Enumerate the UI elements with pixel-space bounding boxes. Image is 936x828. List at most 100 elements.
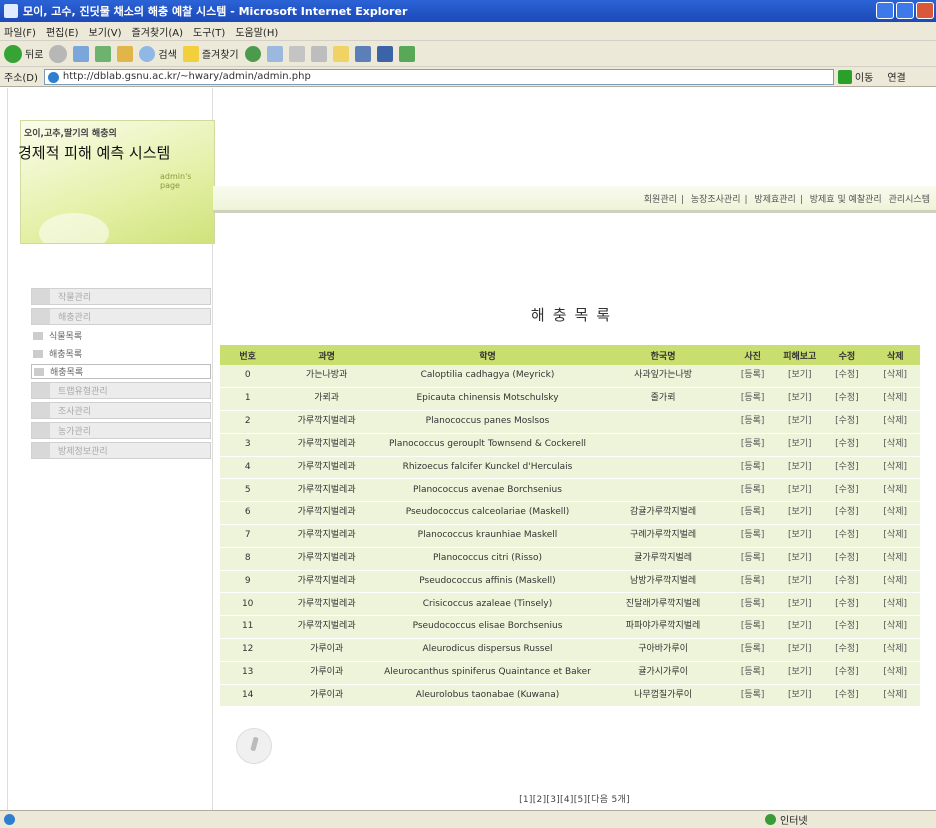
photo-register-link[interactable]: [등록] (729, 547, 777, 571)
damage-view-link[interactable]: [보기] (776, 387, 824, 412)
delete-link[interactable]: [삭제] (870, 661, 920, 685)
sidebar-item-trap-type[interactable]: 트랩유형관리 (31, 382, 211, 399)
forward-button[interactable] (49, 44, 68, 63)
menu-view[interactable]: 보기(V) (89, 24, 122, 39)
delete-link[interactable]: [삭제] (870, 456, 920, 480)
photo-register-link[interactable]: [등록] (729, 615, 777, 640)
print-icon[interactable] (310, 45, 327, 62)
edit-link[interactable]: [수정] (823, 456, 871, 480)
photo-register-link[interactable]: [등록] (729, 592, 777, 617)
minimize-button[interactable] (876, 2, 894, 19)
sidebar-item-farm[interactable]: 농가관리 (31, 422, 211, 439)
menu-edit[interactable]: 편집(E) (46, 24, 79, 39)
mail-icon[interactable] (288, 45, 305, 62)
delete-link[interactable]: [삭제] (870, 638, 920, 662)
delete-link[interactable]: [삭제] (870, 410, 920, 434)
maximize-button[interactable] (896, 2, 914, 19)
damage-view-link[interactable]: [보기] (776, 638, 824, 662)
damage-view-link[interactable]: [보기] (776, 478, 824, 503)
damage-view-link[interactable]: [보기] (776, 615, 824, 640)
edit-link[interactable]: [수정] (823, 478, 871, 503)
delete-link[interactable]: [삭제] (870, 433, 920, 457)
menu-favorites[interactable]: 즐겨찾기(A) (132, 24, 183, 39)
photo-register-link[interactable]: [등록] (729, 387, 777, 412)
damage-view-link[interactable]: [보기] (776, 456, 824, 480)
research-icon[interactable] (398, 45, 415, 62)
topnav-farm-survey[interactable]: 농장조사관리 (689, 195, 743, 205)
photo-register-link[interactable]: [등록] (729, 478, 777, 503)
address-input[interactable]: http://dblab.gsnu.ac.kr/~hwary/admin/adm… (43, 68, 834, 85)
discuss-icon[interactable] (354, 45, 371, 62)
delete-link[interactable]: [삭제] (870, 570, 920, 594)
menu-file[interactable]: 파일(F) (4, 24, 36, 39)
delete-link[interactable]: [삭제] (870, 615, 920, 640)
menu-tools[interactable]: 도구(T) (193, 24, 225, 39)
edit-link[interactable]: [수정] (823, 570, 871, 594)
home-icon[interactable] (117, 45, 134, 62)
edit-link[interactable]: [수정] (823, 410, 871, 434)
links-button[interactable]: 연결 (887, 69, 905, 84)
damage-view-link[interactable]: [보기] (776, 547, 824, 571)
photo-register-link[interactable]: [등록] (729, 638, 777, 662)
edit-link[interactable]: [수정] (823, 365, 871, 389)
sidebar-subitem-pest-list-active[interactable]: 해충목록 (31, 364, 211, 379)
edit-link[interactable]: [수정] (823, 615, 871, 640)
sidebar-item-pest-manage[interactable]: 해충관리 (31, 308, 211, 325)
edit-link[interactable]: [수정] (823, 433, 871, 457)
edit-link[interactable]: [수정] (823, 501, 871, 526)
damage-view-link[interactable]: [보기] (776, 433, 824, 457)
sidebar-item-crop-manage[interactable]: 작물관리 (31, 288, 211, 305)
topnav-control-forecast[interactable]: 방제효 및 예찰관리 (808, 195, 884, 205)
delete-link[interactable]: [삭제] (870, 387, 920, 412)
edit-link[interactable]: [수정] (823, 684, 871, 708)
damage-view-link[interactable]: [보기] (776, 410, 824, 434)
stop-icon[interactable] (73, 45, 90, 62)
delete-link[interactable]: [삭제] (870, 501, 920, 526)
search-button[interactable]: 검색 (139, 45, 177, 62)
sidebar-subitem-plant-list[interactable]: 식물목록 (31, 328, 211, 343)
history-icon[interactable] (266, 45, 283, 62)
delete-link[interactable]: [삭제] (870, 684, 920, 708)
delete-link[interactable]: [삭제] (870, 524, 920, 548)
sidebar-subitem-pest-list[interactable]: 해충목록 (31, 346, 211, 361)
delete-link[interactable]: [삭제] (870, 478, 920, 503)
delete-link[interactable]: [삭제] (870, 547, 920, 571)
folder-icon[interactable] (332, 45, 349, 62)
damage-view-link[interactable]: [보기] (776, 501, 824, 526)
edit-link[interactable]: [수정] (823, 524, 871, 548)
photo-register-link[interactable]: [등록] (729, 433, 777, 457)
photo-register-link[interactable]: [등록] (729, 456, 777, 480)
edit-link[interactable]: [수정] (823, 638, 871, 662)
damage-view-link[interactable]: [보기] (776, 524, 824, 548)
damage-view-link[interactable]: [보기] (776, 365, 824, 389)
sidebar-item-survey[interactable]: 조사관리 (31, 402, 211, 419)
photo-register-link[interactable]: [등록] (729, 684, 777, 708)
photo-register-link[interactable]: [등록] (729, 524, 777, 548)
close-button[interactable] (916, 2, 934, 19)
photo-register-link[interactable]: [등록] (729, 410, 777, 434)
go-button[interactable]: 이동 (837, 69, 873, 84)
edit-link[interactable]: [수정] (823, 547, 871, 571)
favorites-button[interactable]: 즐겨찾기 (182, 45, 239, 62)
media-icon[interactable] (244, 45, 261, 62)
damage-view-link[interactable]: [보기] (776, 661, 824, 685)
menu-help[interactable]: 도움말(H) (235, 24, 278, 39)
topnav-system[interactable]: 관리시스템 (887, 195, 932, 205)
photo-register-link[interactable]: [등록] (729, 661, 777, 685)
topnav-member[interactable]: 회원관리 (642, 195, 679, 205)
pagination[interactable]: [1][2][3][4][5][다음 5개] (213, 792, 936, 805)
damage-view-link[interactable]: [보기] (776, 684, 824, 708)
topnav-control[interactable]: 방제효관리 (752, 195, 797, 205)
photo-register-link[interactable]: [등록] (729, 365, 777, 389)
refresh-icon[interactable] (95, 45, 112, 62)
messenger-icon[interactable] (376, 45, 393, 62)
delete-link[interactable]: [삭제] (870, 592, 920, 617)
sidebar-item-control-info[interactable]: 방제정보관리 (31, 442, 211, 459)
delete-link[interactable]: [삭제] (870, 365, 920, 389)
damage-view-link[interactable]: [보기] (776, 570, 824, 594)
damage-view-link[interactable]: [보기] (776, 592, 824, 617)
back-button[interactable]: 뒤로 (4, 44, 43, 63)
write-icon[interactable] (236, 728, 272, 764)
edit-link[interactable]: [수정] (823, 592, 871, 617)
edit-link[interactable]: [수정] (823, 661, 871, 685)
